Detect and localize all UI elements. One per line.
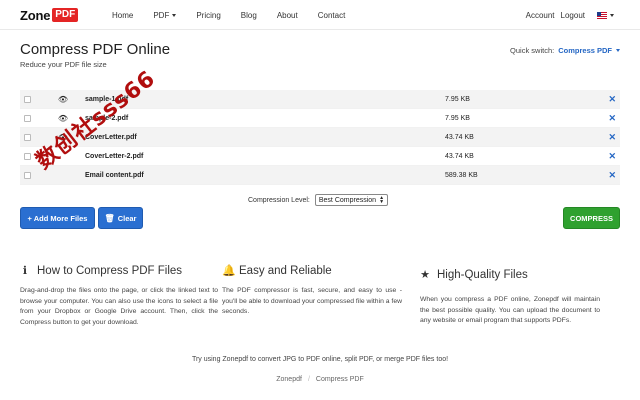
- feature-title-text: How to Compress PDF Files: [37, 264, 183, 277]
- bell-icon: 🔔: [222, 265, 236, 277]
- compression-level: Compression Level: Best Compression ▲ ▼: [248, 194, 389, 206]
- feature-text: When you compress a PDF online, Zonepdf …: [420, 296, 600, 324]
- feature-text: The PDF compressor is fast, secure, and …: [222, 287, 403, 315]
- nav-pricing[interactable]: Pricing: [196, 11, 220, 20]
- nav-home[interactable]: Home: [112, 11, 133, 20]
- nav-logout[interactable]: Logout: [561, 11, 585, 20]
- compression-level-select[interactable]: Best Compression ▲ ▼: [314, 194, 389, 206]
- feature-title-text: Easy and Reliable: [239, 264, 332, 277]
- clear-label: Clear: [117, 213, 137, 223]
- nav-pdf-label: PDF: [153, 10, 170, 20]
- file-name: Email content.pdf: [85, 171, 144, 179]
- chevron-down-icon[interactable]: [616, 49, 620, 52]
- row-checkbox[interactable]: [24, 133, 31, 141]
- delete-icon[interactable]: ✕: [608, 151, 616, 162]
- clear-button[interactable]: 🗑 Clear: [98, 207, 143, 229]
- breadcrumb-home[interactable]: Zonepdf: [276, 376, 302, 383]
- table-row: 👁 Email content.pdf 589.38 KB ✕: [20, 166, 620, 185]
- feature-quality: ★ High-Quality Files When you compress a …: [420, 268, 600, 327]
- delete-icon[interactable]: ✕: [608, 113, 616, 124]
- page-subtitle: Reduce your PDF file size: [20, 60, 107, 69]
- page-title: Compress PDF Online: [20, 41, 171, 58]
- nav-account[interactable]: Account: [526, 11, 555, 20]
- breadcrumb-current: Compress PDF: [315, 376, 364, 383]
- trash-icon: 🗑: [104, 213, 115, 223]
- eye-icon[interactable]: 👁: [53, 95, 73, 104]
- file-size: 43.74 KB: [445, 133, 474, 141]
- row-checkbox[interactable]: [24, 95, 31, 103]
- chevron-down-icon: [172, 13, 177, 17]
- breadcrumb-separator: /: [307, 376, 310, 383]
- feature-title: 🔔 Easy and Reliable: [222, 264, 402, 278]
- table-row: 👁 CoverLetter-2.pdf 43.74 KB ✕: [20, 147, 620, 166]
- file-size: 7.95 KB: [445, 95, 470, 103]
- nav-about[interactable]: About: [277, 11, 298, 20]
- nav-pdf-menu[interactable]: PDF: [153, 10, 177, 20]
- file-name: CoverLetter-2.pdf: [85, 152, 144, 160]
- logo-word: Zone: [20, 7, 51, 23]
- info-icon: ℹ: [22, 265, 28, 277]
- nav-links: Home PDF Pricing Blog About Contact: [112, 0, 365, 30]
- logo-badge: PDF: [52, 8, 79, 22]
- row-checkbox[interactable]: [24, 114, 31, 122]
- delete-icon[interactable]: ✕: [608, 94, 616, 105]
- feature-text: Drag-and-drop the files onto the page, o…: [20, 287, 218, 326]
- quick-switch: Quick switch: Compress PDF: [510, 46, 620, 55]
- star-icon: ★: [420, 269, 430, 281]
- file-size: 7.95 KB: [445, 114, 470, 122]
- nav-blog[interactable]: Blog: [241, 11, 257, 20]
- feature-easy: 🔔 Easy and Reliable The PDF compressor is…: [222, 264, 402, 318]
- add-more-files-button[interactable]: + Add More Files: [20, 207, 95, 229]
- nav-contact[interactable]: Contact: [318, 11, 346, 20]
- file-size: 43.74 KB: [445, 152, 474, 160]
- quick-switch-select[interactable]: Compress PDF: [558, 46, 612, 55]
- delete-icon[interactable]: ✕: [608, 132, 616, 143]
- feature-how-to: ℹ How to Compress PDF Files Drag-and-drop…: [20, 264, 218, 328]
- select-arrows-icon: ▲ ▼: [379, 195, 385, 205]
- file-size: 589.38 KB: [445, 171, 478, 179]
- table-row: 👁 CoverLetter.pdf 43.74 KB ✕: [20, 128, 620, 147]
- feature-title: ℹ How to Compress PDF Files: [20, 264, 218, 278]
- top-nav: Zone PDF Home PDF Pricing Blog About Con…: [0, 0, 640, 30]
- compress-button[interactable]: COMPRESS: [563, 207, 620, 229]
- feature-title-text: High-Quality Files: [437, 268, 528, 281]
- try-other-tools[interactable]: Try using Zonepdf to convert JPG to PDF …: [0, 356, 640, 363]
- compression-level-label: Compression Level:: [248, 196, 310, 204]
- row-checkbox[interactable]: [24, 171, 31, 179]
- breadcrumb: Zonepdf / Compress PDF: [0, 376, 640, 383]
- logo[interactable]: Zone PDF: [20, 7, 79, 23]
- quick-switch-label: Quick switch:: [510, 46, 555, 55]
- chevron-down-icon[interactable]: [610, 13, 614, 17]
- feature-title: ★ High-Quality Files: [420, 268, 600, 282]
- compression-level-value: Best Compression: [318, 196, 377, 204]
- delete-icon[interactable]: ✕: [608, 170, 616, 181]
- nav-right: Account Logout: [520, 0, 614, 30]
- us-flag-icon[interactable]: [597, 11, 607, 19]
